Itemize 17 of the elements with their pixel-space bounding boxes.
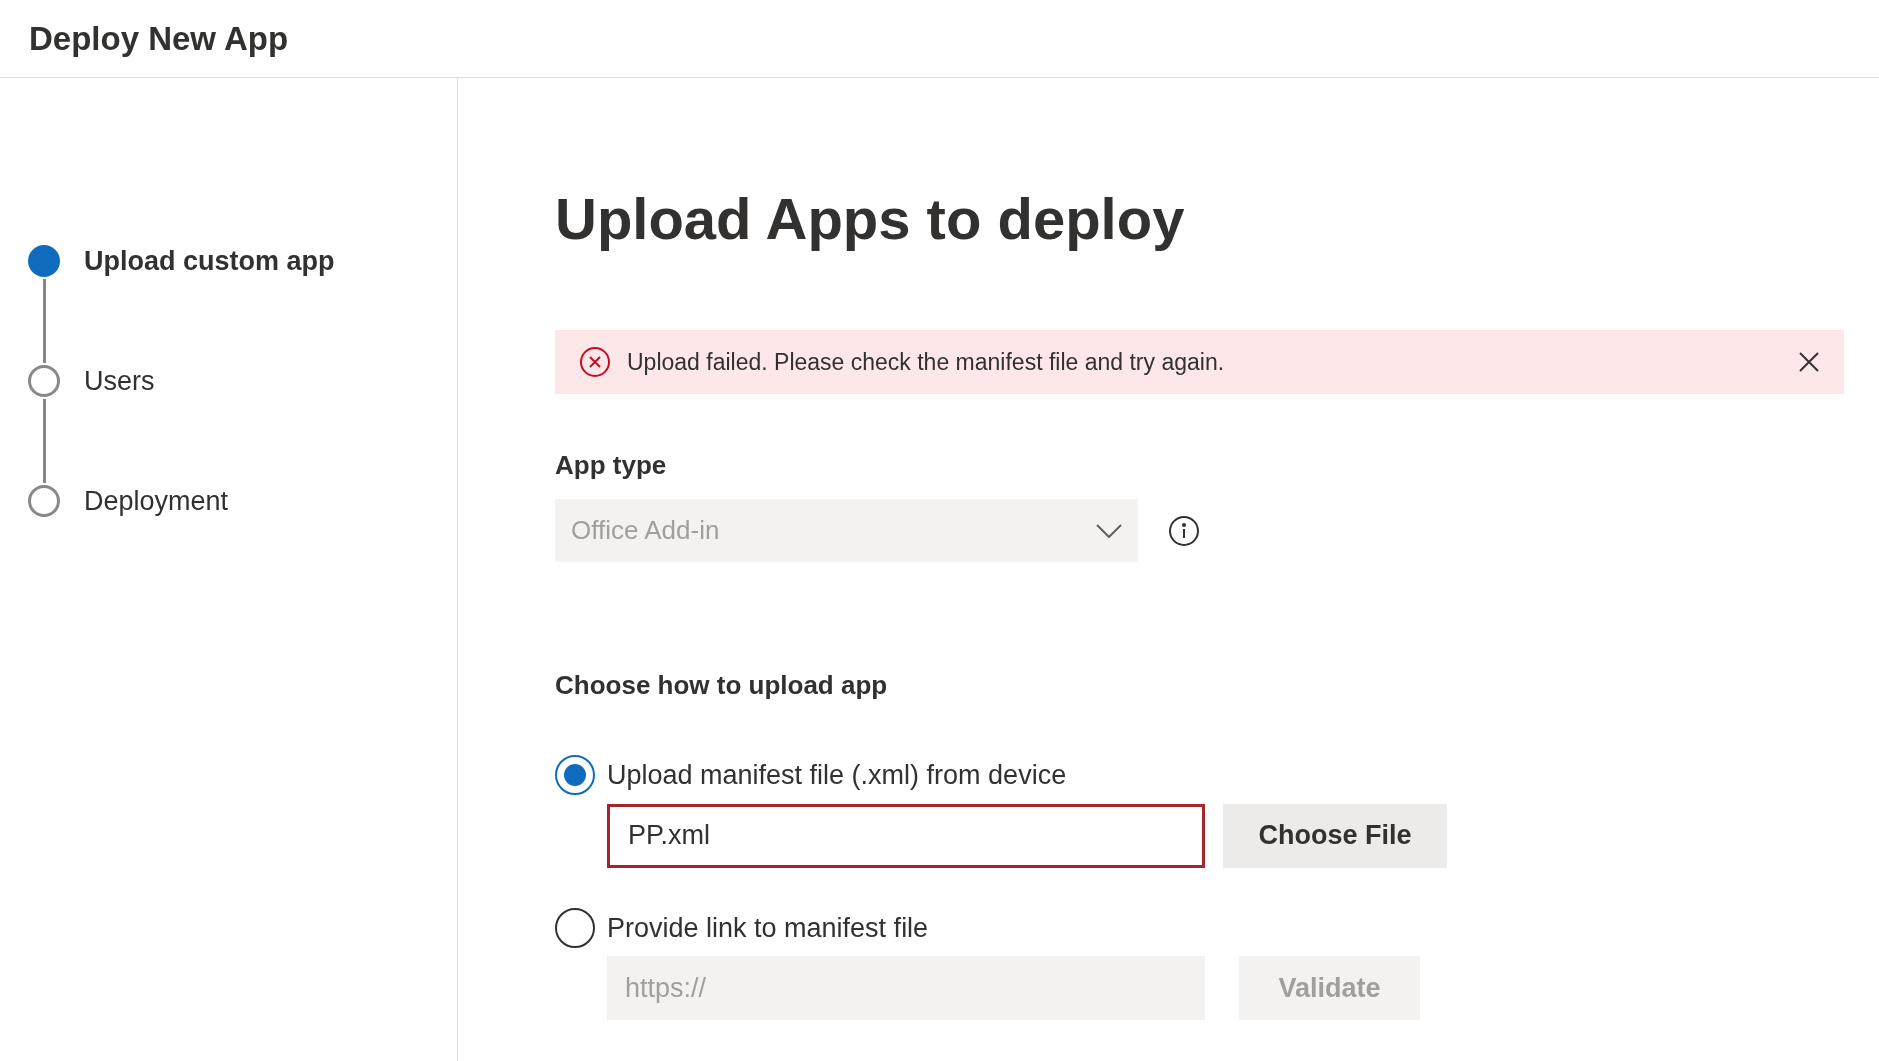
info-icon[interactable]: [1168, 514, 1200, 547]
radio-label: Provide link to manifest file: [607, 911, 929, 945]
page-header-title: Deploy New App: [29, 18, 289, 59]
step-label: Users: [84, 364, 155, 398]
input-field[interactable]: PP.xml: [607, 803, 1205, 868]
radio-button[interactable]: [555, 907, 595, 948]
chevron-down-icon: [1096, 523, 1122, 538]
step-label: Upload custom app: [84, 244, 335, 278]
error-message: Upload failed. Please check the manifest file and try again.: [627, 347, 1226, 377]
radio-button[interactable]: [555, 755, 595, 796]
step-label: Deployment: [84, 484, 229, 518]
file-button[interactable]: Choose File: [1223, 803, 1447, 868]
error-icon: [579, 346, 611, 378]
field-label: App type: [555, 449, 667, 482]
radio-label: Upload manifest file (.xml) from device: [607, 759, 1067, 792]
close-icon[interactable]: [1798, 351, 1820, 373]
section-title: Choose how to upload app: [555, 669, 888, 702]
